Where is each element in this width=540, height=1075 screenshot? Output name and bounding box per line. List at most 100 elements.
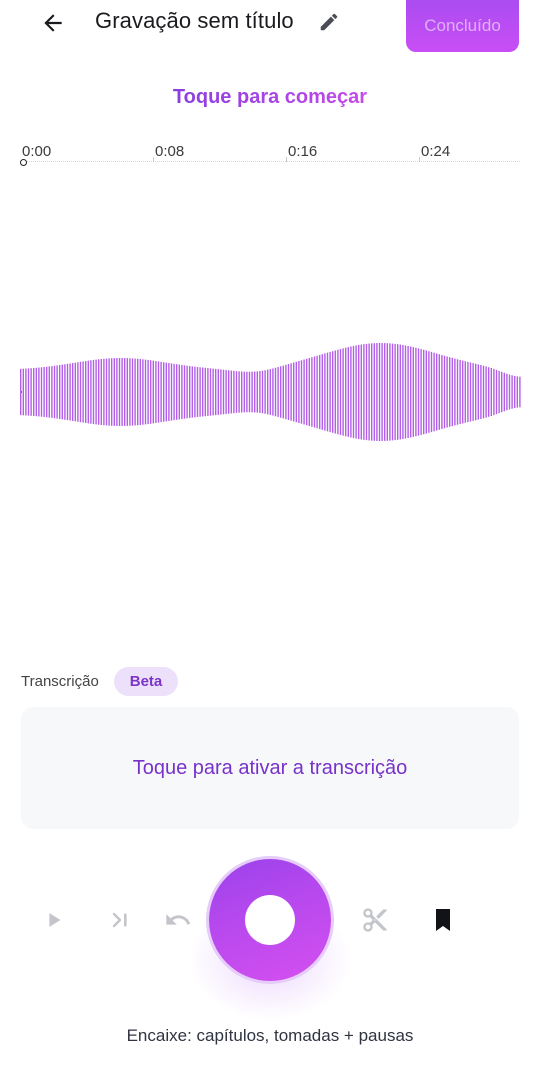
waveform-bar: [412, 347, 414, 437]
waveform-bar: [233, 370, 235, 414]
waveform-bar: [61, 364, 63, 420]
beta-badge-label: Beta: [129, 673, 163, 690]
waveform-bar: [85, 361, 87, 423]
cut-button[interactable]: [359, 904, 391, 936]
waveform-bar: [290, 363, 292, 421]
skip-to-end-button[interactable]: [104, 904, 136, 936]
edit-title-button[interactable]: [316, 9, 342, 35]
waveform-bar: [488, 367, 490, 417]
timeline-ruler[interactable]: 0:00 0:08 0:16 0:24: [20, 140, 520, 170]
waveform-bar: [298, 361, 300, 423]
waveform-bar: [92, 359, 95, 425]
done-button[interactable]: Concluído: [406, 0, 519, 52]
waveform-bar: [285, 364, 287, 420]
waveform-bar: [173, 363, 175, 421]
waveform-bar: [51, 366, 53, 418]
waveform-bar: [150, 360, 152, 424]
waveform-bar: [225, 370, 227, 414]
waveform-bar: [160, 361, 162, 423]
undo-icon: [166, 914, 191, 925]
tap-to-start-prompt[interactable]: Toque para começar: [0, 86, 540, 109]
waveform-bar: [391, 343, 394, 441]
waveform-bar: [482, 365, 485, 419]
waveform-bar: [501, 371, 503, 413]
waveform-bar: [105, 358, 108, 426]
done-label: Concluído: [424, 16, 501, 35]
waveform-bar: [313, 356, 316, 428]
waveform-bar: [451, 357, 453, 427]
waveform-bar: [350, 346, 352, 438]
recording-title[interactable]: Gravação sem título: [95, 8, 294, 34]
waveform-bar: [417, 348, 420, 436]
waveform-bar: [100, 359, 102, 425]
ruler-tick: [153, 157, 154, 162]
waveform-bar: [475, 363, 477, 421]
waveform-bar: [267, 369, 269, 415]
undo-button[interactable]: [161, 904, 195, 936]
waveform-bar: [345, 347, 347, 437]
waveform-bar: [415, 347, 417, 437]
waveform-bar: [30, 368, 32, 416]
waveform-bar: [280, 366, 282, 418]
waveform-bar: [142, 359, 144, 425]
activate-transcription-button[interactable]: Toque para ativar a transcrição: [21, 707, 519, 829]
waveform-bar: [126, 358, 128, 426]
waveform-bar: [441, 354, 443, 430]
back-button[interactable]: [36, 6, 70, 40]
record-button[interactable]: [209, 859, 331, 981]
waveform-bar: [33, 368, 35, 416]
waveform-bar: [259, 371, 261, 413]
waveform-bar: [493, 368, 495, 416]
waveform-bar: [207, 368, 209, 416]
waveform-bar: [69, 363, 71, 421]
waveform-bar: [155, 361, 157, 423]
waveform-bar: [306, 358, 308, 426]
waveform-bar: [389, 343, 391, 441]
waveform-bar: [342, 348, 344, 436]
waveform-bar: [256, 371, 258, 413]
waveform-bar: [243, 371, 245, 413]
waveform[interactable]: [0, 330, 540, 450]
ruler-tick: [286, 157, 287, 162]
waveform-bar: [514, 375, 516, 409]
waveform-bar: [79, 361, 82, 423]
waveform-bar: [46, 366, 48, 418]
waveform-bar: [300, 360, 303, 424]
waveform-bar: [384, 343, 386, 441]
waveform-bar: [464, 361, 466, 423]
pencil-icon: [320, 13, 338, 31]
waveform-bar: [147, 359, 149, 425]
waveform-bar: [430, 351, 433, 433]
waveform-bar: [308, 357, 310, 427]
waveform-bar: [358, 344, 360, 440]
play-button[interactable]: [38, 904, 70, 936]
footer-hint: Encaixe: capítulos, tomadas + pausas: [126, 1026, 414, 1045]
waveform-bar: [368, 343, 370, 441]
waveform-bar: [407, 345, 409, 439]
waveform-bar: [87, 360, 89, 424]
waveform-bar: [467, 361, 469, 423]
waveform-bar: [186, 365, 188, 419]
waveform-bar: [378, 343, 381, 441]
waveform-bar: [469, 362, 472, 422]
tick-label: 0:16: [288, 143, 318, 160]
beta-badge: Beta: [114, 667, 178, 696]
waveform-bar: [178, 364, 180, 420]
waveform-bar: [399, 344, 401, 440]
waveform-bar: [261, 370, 264, 414]
waveform-bar: [311, 357, 313, 427]
waveform-bar: [436, 353, 438, 431]
playhead-marker[interactable]: [20, 159, 27, 166]
waveform-bar: [108, 358, 110, 426]
waveform-bar: [503, 372, 505, 412]
waveform-bar: [103, 358, 105, 426]
waveform-bar: [254, 371, 256, 413]
waveform-bar: [329, 351, 331, 433]
bookmark-button[interactable]: [427, 903, 459, 937]
waveform-bar: [27, 368, 30, 416]
waveform-bar: [287, 364, 290, 420]
waveform-bar: [53, 365, 56, 419]
waveform-bar: [90, 360, 92, 424]
waveform-bar: [202, 367, 204, 417]
waveform-bar: [360, 344, 362, 440]
